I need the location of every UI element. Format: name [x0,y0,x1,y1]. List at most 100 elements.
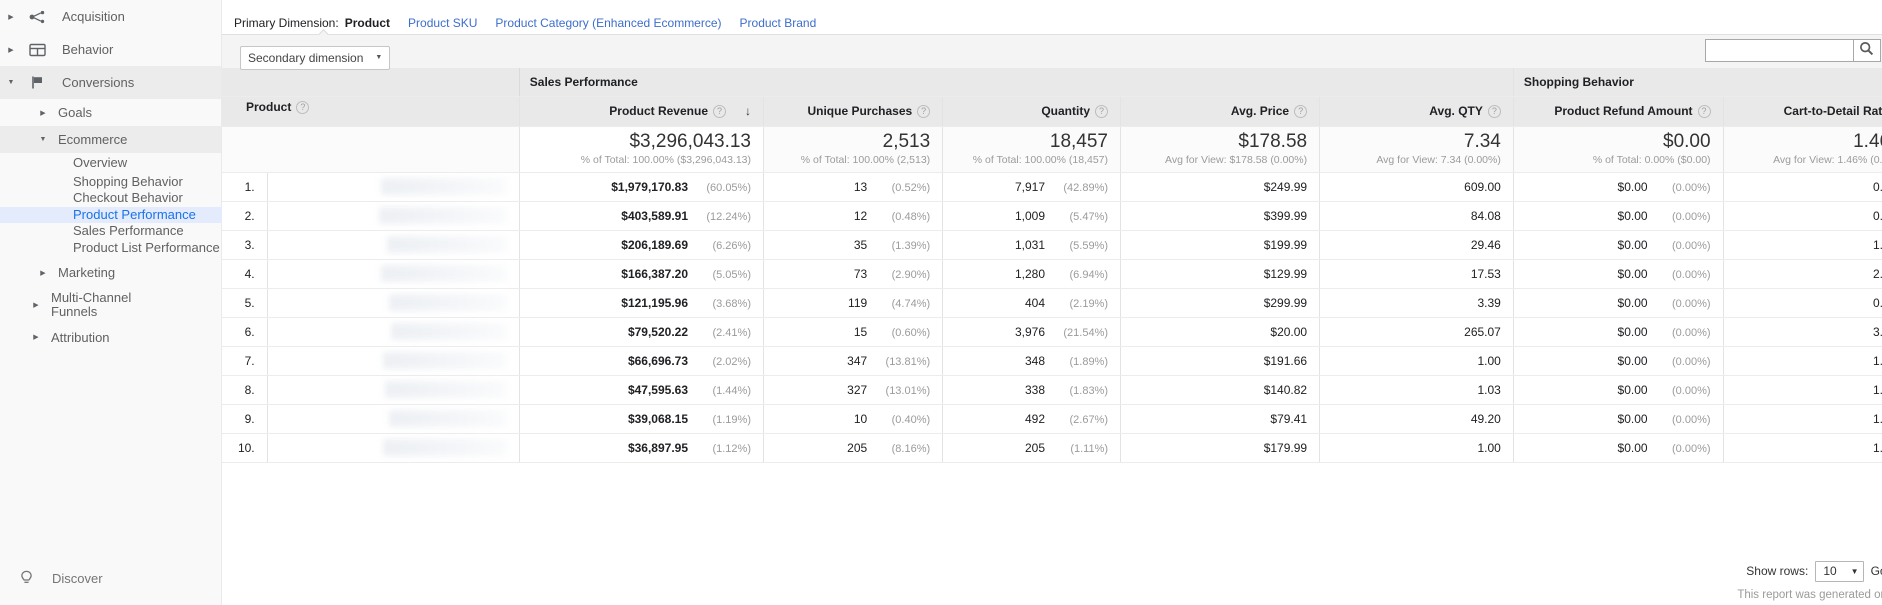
chevron-down-icon: ▼ [1850,566,1859,576]
table-row[interactable]: 7. $66,696.73 (2.02%) 347 (13.81%) 348 (1.89%)… [222,346,1882,376]
sidebar-item-attribution[interactable]: Attribution [0,324,221,350]
help-icon[interactable]: ? [1487,104,1501,118]
primary-dimension-product-category[interactable]: Product Category (Enhanced Ecommerce) [495,16,721,30]
sidebar-item-conversions[interactable]: Conversions [0,66,221,99]
product-name-cell[interactable] [267,172,520,202]
cell-cart-to-detail-rate: 1.18% [1723,375,1882,405]
redacted-product-name [386,236,507,253]
column-header-label: Product Refund Amount [1554,104,1693,118]
product-name-cell[interactable] [267,259,520,289]
cell-value: $403,589.91 [621,208,688,223]
table-row[interactable]: 9. $39,068.15 (1.19%) 10 (0.40%) 492 (2.67%) $7… [222,404,1882,434]
cell-cart-to-detail-rate: 0.94% [1723,288,1882,318]
cell-value: $199.99 [1263,237,1308,252]
goto-label: Go to: [1870,564,1882,578]
lightbulb-icon [0,570,52,587]
cell-product-revenue: $47,595.63 (1.44%) [519,375,765,405]
search-button[interactable] [1852,39,1881,62]
cell-value: 1.29% [1872,440,1882,455]
cell-unique-purchases: 119 (4.74%) [763,288,944,318]
cell-product-revenue: $1,979,170.83 (60.05%) [519,172,765,202]
search-input[interactable] [1704,39,1853,62]
sidebar-item-overview[interactable]: Overview [0,153,222,174]
secondary-dimension-button[interactable]: Secondary dimension ▼ [240,45,391,70]
sidebar-item-label: Acquisition [62,9,125,24]
primary-dimension-current[interactable]: Product [345,16,390,30]
sidebar-item-multi-channel-funnels[interactable]: Multi-Channel Funnels [0,286,221,324]
help-icon[interactable]: ? [1697,104,1711,118]
product-name-cell[interactable] [267,201,520,231]
column-header-product-refund-amount[interactable]: Product Refund Amount ? [1513,96,1724,127]
sidebar-item-shopping-behavior[interactable]: Shopping Behavior [0,174,222,191]
help-icon[interactable]: ? [296,100,310,114]
product-name-cell[interactable] [267,433,520,463]
cell-percent: (2.02%) [712,355,751,368]
product-name-cell[interactable] [267,375,520,405]
cell-value: 1.45% [1872,411,1882,426]
sidebar-item-ecommerce[interactable]: Ecommerce [0,126,221,153]
sidebar-item-label: Goals [58,105,92,120]
help-icon[interactable]: ? [1294,104,1308,118]
table-row[interactable]: 6. $79,520.22 (2.41%) 15 (0.60%) 3,976 (21.54%… [222,317,1882,347]
table-row[interactable]: 3. $206,189.69 (6.26%) 35 (1.39%) 1,031 (5.59%… [222,230,1882,260]
column-header-product-revenue[interactable]: Product Revenue ? ↓ [519,96,765,127]
sidebar-item-behavior[interactable]: Behavior [0,33,221,66]
sidebar-item-marketing[interactable]: Marketing [0,259,221,286]
sidebar-item-product-performance[interactable]: Product Performance [0,206,222,223]
sidebar-item-acquisition[interactable]: Acquisition [0,0,221,33]
help-icon[interactable]: ? [1095,104,1109,118]
product-name-cell[interactable] [267,230,520,260]
column-header-avg-price[interactable]: Avg. Price ? [1120,96,1321,127]
summary-subtext: % of Total: 100.00% ($3,296,043.13) [580,153,751,166]
cell-value: $191.66 [1263,353,1308,368]
summary-subtext: Avg for View: $178.58 (0.00%) [1165,153,1308,166]
table-row[interactable]: 4. $166,387.20 (5.05%) 73 (2.90%) 1,280 (6.94%… [222,259,1882,289]
show-rows-select[interactable]: 10 ▼ [1815,560,1864,582]
table-row[interactable]: 2. $403,589.91 (12.24%) 12 (0.48%) 1,009 (5.47… [222,201,1882,231]
sidebar-item-checkout-behavior[interactable]: Checkout Behavior [0,190,222,207]
redacted-product-name [378,207,507,224]
cell-value: $66,696.73 [627,353,688,368]
sidebar-item-discover[interactable]: Discover [0,561,222,595]
primary-dimension-product-brand[interactable]: Product Brand [740,16,817,30]
cell-avg-price: $140.82 [1120,375,1321,405]
cell-avg-price: $249.99 [1120,172,1321,202]
table-row[interactable]: 10. $36,897.95 (1.12%) 205 (8.16%) 205 (1.11%)… [222,433,1882,463]
primary-dimension-label: Primary Dimension: [234,16,339,30]
cell-percent: (8.16%) [891,442,931,455]
summary-cell-avg-price: $178.58 Avg for View: $178.58 (0.00%) [1120,126,1321,173]
table-row[interactable]: 8. $47,595.63 (1.44%) 327 (13.01%) 338 (1.83%)… [222,375,1882,405]
cell-percent: (1.44%) [712,384,751,397]
redacted-product-name [384,381,507,398]
help-icon[interactable]: ? [713,104,726,118]
product-name-cell[interactable] [267,404,520,434]
product-name-cell[interactable] [267,317,520,347]
table-row[interactable]: 1. $1,979,170.83 (60.05%) 13 (0.52%) 7,917 (42… [222,172,1882,202]
cell-value: $0.00 [1617,295,1648,310]
cell-product-refund-amount: $0.00 (0.00%) [1513,433,1724,463]
column-header-cart-to-detail-rate[interactable]: Cart-to-Detail Rate ? [1723,96,1882,127]
show-rows-label: Show rows: [1746,564,1809,578]
cell-value: $129.99 [1263,266,1308,281]
cell-quantity: 1,031 (5.59%) [942,230,1122,260]
summary-value: $0.00 [1663,130,1711,152]
cell-avg-price: $129.99 [1120,259,1321,289]
cell-percent: (6.94%) [1069,268,1109,281]
product-name-cell[interactable] [267,288,520,318]
column-header-product[interactable]: Product ? [222,96,520,127]
sidebar-item-sales-performance[interactable]: Sales Performance [0,223,222,240]
table-row[interactable]: 5. $121,195.96 (3.68%) 119 (4.74%) 404 (2.19%)… [222,288,1882,318]
cell-quantity: 404 (2.19%) [942,288,1122,318]
product-name-cell[interactable] [267,346,520,376]
primary-dimension-product-sku[interactable]: Product SKU [408,16,477,30]
column-header-unique-purchases[interactable]: Unique Purchases ? [763,96,944,127]
summary-subtext: Avg for View: 1.46% (0.00%) [1773,153,1882,166]
cell-percent: (1.11%) [1070,442,1109,455]
column-header-quantity[interactable]: Quantity ? [942,96,1122,127]
help-icon[interactable]: ? [917,104,931,118]
column-header-avg-qty[interactable]: Avg. QTY ? [1319,96,1514,127]
cell-percent: (0.52%) [891,181,931,194]
row-index: 6. [222,317,268,347]
sidebar-item-product-list-performance[interactable]: Product List Performance [0,240,222,257]
sidebar-item-goals[interactable]: Goals [0,99,221,126]
